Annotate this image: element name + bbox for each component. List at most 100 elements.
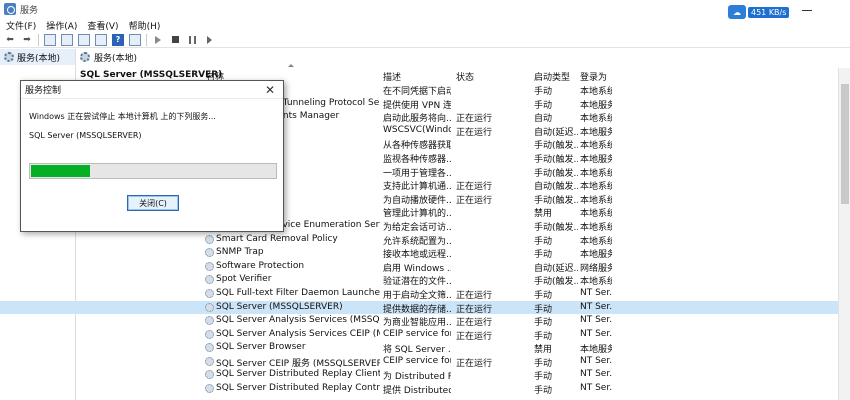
table-row[interactable]: SQL Server Browser 将 SQL Server ... 禁用 本地服务 [0, 341, 838, 355]
service-startup-type: 禁用 [534, 209, 553, 220]
column-login-as[interactable]: 登录为 [580, 70, 607, 83]
tree-item-label: 服务(本地) [17, 53, 61, 64]
service-gear-icon [205, 343, 214, 353]
service-login-as: 本地服务 [580, 100, 612, 111]
service-startup-type: 自动(延迟... [534, 263, 578, 274]
restart-service-icon[interactable] [203, 34, 215, 46]
gear-icon [4, 52, 14, 62]
service-status: 正在运行 [456, 182, 493, 193]
table-row[interactable]: SNMP Trap 接收本地或远程... 手动 本地服务 [0, 246, 838, 260]
service-login-as: 本地系统 [580, 182, 612, 193]
dialog-title-bar: 服务控制 ✕ [21, 81, 283, 99]
back-arrow-icon[interactable]: ⬅ [4, 34, 16, 46]
service-name: SQL Server CEIP 服务 (MSSQLSERVER) [216, 358, 380, 369]
toolbar-separator [146, 33, 147, 46]
service-login-as: NT Ser... [580, 355, 612, 366]
service-startup-type: 自动(延迟... [534, 127, 578, 138]
service-startup-type: 手动 [534, 236, 553, 247]
vertical-scrollbar[interactable] [838, 68, 850, 400]
service-startup-type: 自动 [534, 114, 553, 125]
service-login-as: 本地系统 [580, 141, 612, 152]
refresh-icon[interactable] [78, 33, 90, 46]
service-description: 启用 Windows ... [383, 263, 451, 274]
service-gear-icon [205, 384, 214, 394]
service-startup-type: 手动(触发... [534, 168, 578, 179]
close-icon[interactable]: ✕ [265, 83, 275, 97]
pause-service-icon[interactable] [186, 34, 198, 46]
service-description: 允许系统配置为... [383, 236, 451, 247]
service-description: 提供 Distributed... [383, 386, 451, 397]
service-name: SQL Server (MSSQLSERVER) [216, 301, 343, 312]
stop-service-icon[interactable] [169, 34, 181, 46]
service-startup-type: 手动 [534, 331, 553, 342]
menu-view[interactable]: 查看(V) [87, 19, 118, 32]
show-hide-tree-icon[interactable] [44, 33, 56, 46]
column-startup-type[interactable]: 启动类型 [534, 70, 570, 83]
service-login-as: NT Ser... [580, 315, 612, 326]
service-login-as: 本地服务 [580, 345, 612, 356]
table-row[interactable]: SQL Server Analysis Services CEIP (MSSQ.… [0, 328, 838, 342]
service-startup-type: 手动 [534, 318, 553, 329]
table-row[interactable]: SQL Server Distributed Replay Controller… [0, 382, 838, 396]
service-login-as: 本地服务 [580, 127, 612, 138]
service-login-as: NT Ser... [580, 369, 612, 380]
tree-item-services-local[interactable]: 服务(本地) [0, 49, 75, 65]
service-startup-type: 手动 [534, 87, 553, 97]
help-icon[interactable]: ? [112, 33, 124, 46]
table-row[interactable]: SQL Server Analysis Services (MSSQLSER..… [0, 314, 838, 328]
service-description: 接收本地或远程... [383, 250, 451, 261]
service-gear-icon [205, 288, 214, 298]
service-description: 为给定会话可访... [383, 222, 451, 233]
service-startup-type: 手动(触发... [534, 277, 578, 288]
service-login-as: 本地系统 [580, 277, 612, 288]
service-description: 一项用于管理各... [383, 168, 451, 179]
main-pane-title: 服务(本地) [94, 53, 138, 64]
service-gear-icon [205, 302, 214, 312]
service-description: 将 SQL Server ... [383, 345, 451, 356]
table-row[interactable]: SQL Full-text Filter Daemon Launcher (MS… [0, 287, 838, 301]
menu-help[interactable]: 帮助(H) [129, 19, 161, 32]
service-startup-type: 自动(触发... [534, 182, 578, 193]
service-login-as: 本地服务 [580, 250, 612, 261]
service-login-as: NT Ser... [580, 287, 612, 298]
table-row[interactable]: Software Protection 启用 Windows ... 自动(延迟..… [0, 260, 838, 274]
service-description: CEIP service for ... [383, 355, 451, 366]
service-control-dialog: 服务控制 ✕ Windows 正在尝试停止 本地计算机 上的下列服务... SQ… [20, 80, 284, 232]
properties-icon[interactable] [129, 33, 141, 46]
table-row[interactable]: Spot Verifier 验证潜在的文件... 手动(触发... 本地系统 [0, 273, 838, 287]
service-startup-type: 手动 [534, 290, 553, 301]
table-row[interactable]: SQL Server Distributed Replay Client 为 Di… [0, 368, 838, 382]
service-login-as: 本地系统 [580, 236, 612, 247]
forward-arrow-icon[interactable]: ➡ [21, 34, 33, 46]
table-row[interactable]: SQL Server CEIP 服务 (MSSQLSERVER) CEIP ser… [0, 355, 838, 369]
sort-ascending-icon [288, 64, 294, 67]
column-status[interactable]: 状态 [456, 70, 474, 83]
service-description: 提供使用 VPN 连... [383, 100, 451, 111]
scrollbar-thumb[interactable] [841, 84, 849, 204]
service-name: SNMP Trap [216, 247, 264, 258]
start-service-icon[interactable] [152, 34, 164, 46]
service-status: 正在运行 [456, 331, 493, 342]
column-description[interactable]: 描述 [383, 70, 401, 83]
service-login-as: 本地系统 [580, 195, 612, 206]
minimize-icon[interactable] [802, 10, 812, 11]
progress-fill [31, 165, 91, 177]
service-gear-icon [205, 316, 214, 326]
service-startup-type: 手动 [534, 386, 553, 397]
table-row[interactable]: Smart Card Removal Policy 允许系统配置为... 手动 本地系… [0, 233, 838, 247]
service-description: 从各种传感器获取... [383, 141, 451, 152]
service-gear-icon [205, 356, 214, 366]
export-list-icon[interactable] [95, 33, 107, 46]
menu-action[interactable]: 操作(A) [46, 19, 77, 32]
dialog-message: Windows 正在尝试停止 本地计算机 上的下列服务... [29, 112, 216, 121]
table-row[interactable]: SQL Server (MSSQLSERVER) 提供数据的存储... 正在运行 手动… [0, 300, 838, 315]
menu-file[interactable]: 文件(F) [6, 19, 36, 32]
service-status: 正在运行 [456, 318, 493, 329]
service-name: Software Protection [216, 260, 305, 271]
service-gear-icon [205, 329, 214, 339]
service-name: Smart Card Removal Policy [216, 233, 338, 244]
service-startup-type: 手动(触发... [534, 141, 578, 152]
service-startup-type: 手动 [534, 304, 553, 315]
close-button[interactable]: 关闭(C) [127, 195, 179, 211]
console-icon[interactable] [61, 33, 73, 46]
